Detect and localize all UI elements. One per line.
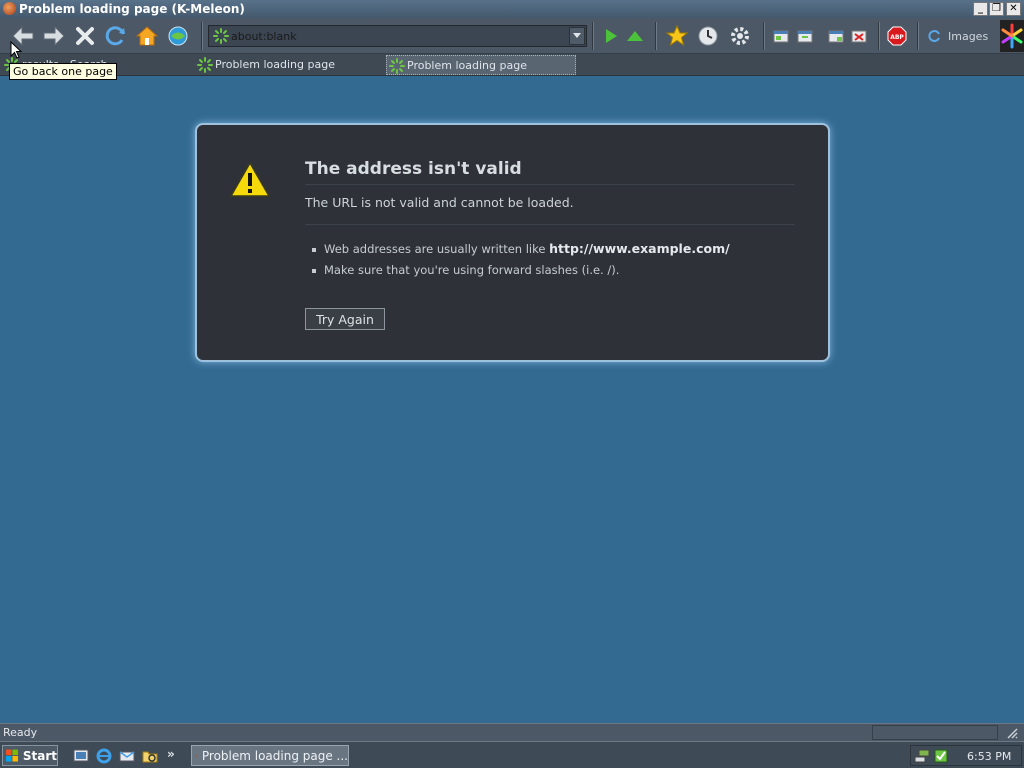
error-hint: Make sure that you're using forward slas…: [312, 263, 730, 277]
network-tray-icon[interactable]: [914, 748, 930, 768]
restore-button[interactable]: ❐: [989, 2, 1004, 16]
status-text: Ready: [3, 726, 38, 739]
bullet: [312, 247, 316, 252]
show-desktop-icon[interactable]: [72, 747, 90, 765]
outlook-express-icon[interactable]: [118, 747, 136, 765]
warning-triangle-icon: [229, 161, 271, 203]
bookmarks-star-icon[interactable]: [664, 24, 690, 48]
task-label: Problem loading page ...: [201, 748, 348, 763]
url-input[interactable]: [231, 28, 561, 44]
url-bar[interactable]: [208, 25, 587, 47]
images-label: Images: [948, 29, 989, 43]
tab-throbber-icon: [197, 57, 213, 76]
error-panel: The address isn't valid The URL is not v…: [195, 123, 830, 362]
tab-problem-loading-1[interactable]: Problem loading page: [195, 55, 385, 75]
new-window-icon[interactable]: [768, 24, 794, 48]
windows-explorer-icon[interactable]: [141, 747, 159, 765]
up-level-icon[interactable]: [622, 24, 648, 48]
internet-explorer-icon[interactable]: [95, 747, 113, 765]
resize-grip-icon[interactable]: [1004, 725, 1018, 742]
stop-icon[interactable]: [72, 24, 98, 48]
toolbar-separator: [201, 22, 203, 50]
home-icon[interactable]: [134, 24, 160, 48]
svg-text:ABP: ABP: [890, 34, 904, 41]
quicklaunch-chevron[interactable]: »: [167, 747, 175, 761]
page-throbber-icon: [213, 28, 229, 48]
tab-throbber-icon: [389, 58, 405, 77]
hint-text-suffix: /).: [607, 263, 620, 277]
history-clock-icon[interactable]: [695, 24, 721, 48]
settings-gear-icon[interactable]: [727, 24, 753, 48]
back-button-tooltip: Go back one page: [9, 63, 117, 80]
go-play-icon[interactable]: [598, 24, 624, 48]
toolbar-separator: [763, 22, 765, 50]
tab-label: Problem loading page: [215, 58, 335, 71]
globe-icon[interactable]: [165, 24, 191, 48]
chevron-down-icon: [573, 33, 581, 38]
window-title: Problem loading page (K-Meleon): [19, 2, 245, 16]
navigation-toolbar: ABP Images: [0, 18, 1024, 54]
k-meleon-logo: [1000, 20, 1024, 52]
k-meleon-task-icon: [195, 754, 197, 757]
new-tab-icon[interactable]: [792, 24, 818, 48]
windows-logo-icon: [6, 749, 18, 762]
images-toggle-button[interactable]: Images: [928, 26, 988, 46]
example-url: http://www.example.com/: [549, 241, 730, 256]
security-tray-icon[interactable]: [933, 748, 949, 768]
close-window-button[interactable]: ✕: [1006, 2, 1021, 16]
images-refresh-icon: [928, 30, 940, 42]
taskbar-clock: 6:53 PM: [967, 750, 1012, 763]
hint-text: Make sure that you're using forward slas…: [324, 263, 608, 277]
mouse-cursor-icon: [10, 40, 23, 63]
close-tab-icon[interactable]: [846, 24, 872, 48]
tab-bar: results - Search Problem loading page Pr…: [0, 54, 1024, 76]
error-hint-list: Web addresses are usually written like h…: [312, 241, 730, 284]
toolbar-separator: [592, 22, 594, 50]
minimize-button[interactable]: _: [973, 2, 988, 16]
adblock-abp-icon[interactable]: ABP: [884, 24, 910, 48]
toolbar-separator: [917, 22, 919, 50]
url-dropdown-button[interactable]: [569, 27, 585, 45]
try-again-button[interactable]: Try Again: [305, 308, 385, 330]
taskbar: Start » Problem loading page ... 6:53 PM: [0, 741, 1024, 768]
start-label: Start: [22, 748, 57, 763]
error-title: The address isn't valid: [305, 159, 795, 185]
toolbar-separator: [655, 22, 657, 50]
taskbar-button-k-meleon[interactable]: Problem loading page ...: [191, 745, 349, 766]
status-progress-panel: [872, 725, 998, 740]
reload-icon[interactable]: [103, 24, 129, 48]
error-description: The URL is not valid and cannot be loade…: [305, 195, 795, 225]
bullet: [312, 268, 316, 273]
status-bar: Ready: [0, 723, 1024, 741]
toolbar-separator: [878, 22, 880, 50]
tab-problem-loading-active[interactable]: Problem loading page: [386, 55, 576, 75]
k-meleon-app-icon[interactable]: [3, 2, 16, 15]
system-tray: 6:53 PM: [910, 745, 1022, 766]
window-titlebar: Problem loading page (K-Meleon) _ ❐ ✕: [0, 0, 1024, 18]
error-hint: Web addresses are usually written like h…: [312, 241, 730, 256]
forward-arrow-icon[interactable]: [41, 24, 67, 48]
start-button[interactable]: Start: [2, 745, 58, 766]
hint-text: Web addresses are usually written like: [324, 242, 550, 256]
tab-label: Problem loading page: [407, 59, 527, 72]
